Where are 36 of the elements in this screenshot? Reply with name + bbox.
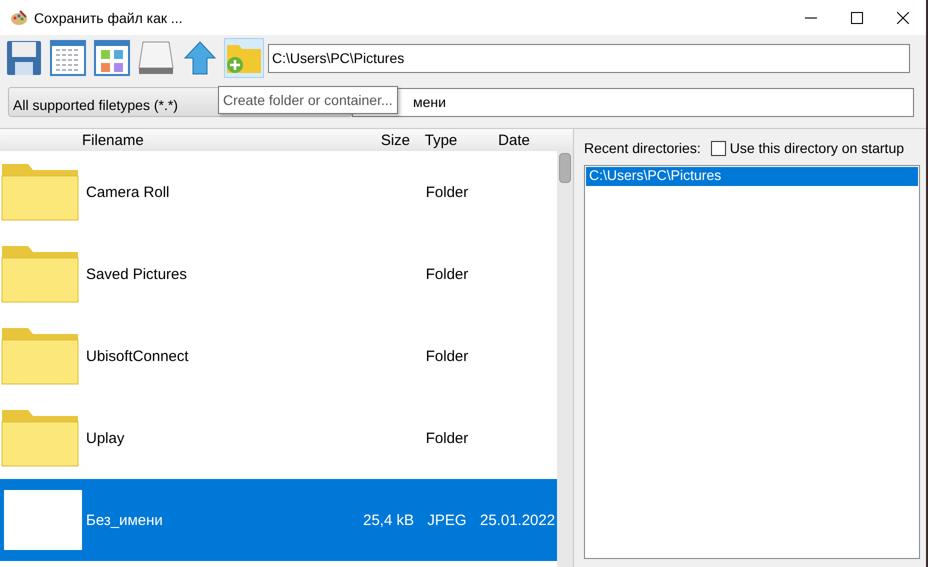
close-icon [897,12,909,24]
filename-cell-text: Saved Pictures [86,266,188,282]
filename-cell-text: Uplay [86,430,126,446]
startup-checkbox[interactable]: Use this directory on startup [710,140,904,156]
palette-icon [10,8,28,26]
tooltip: Create folder or container... [218,86,398,114]
filename-cell-text: UbisoftConnect [86,348,190,364]
type-cell-text: JPEG [426,512,468,528]
type-cell-text: Folder [424,184,470,200]
window-title: Сохранить файл как ... [34,10,184,26]
grid-icon [94,40,130,76]
list-view-button[interactable] [48,38,88,78]
column-header[interactable]: Filename [82,132,352,148]
path-field[interactable]: C:\Users\PC\Pictures [268,44,910,72]
type-cell-text: Folder [424,348,470,364]
size-cell-text: 25,4 kB [362,512,414,528]
type-cell-text: Folder [424,266,470,282]
filename-cell-text: Camera Roll [86,184,170,200]
recent-directories-label: Recent directories: [584,140,701,156]
column-header[interactable]: Size [352,132,410,148]
file-row[interactable]: Без_имени 25,4 kB JPEG 25.01.2022 [0,479,557,561]
maximize-icon [851,12,863,24]
column-header[interactable]: Date [472,132,556,148]
type-cell-text: Folder [424,430,470,446]
minimize-icon [805,16,817,18]
recent-directory-item[interactable]: C:\Users\PC\Pictures [586,167,918,186]
date-cell-text: 25.01.2022 [480,512,556,528]
thumbnail-view-button[interactable] [92,38,132,78]
arrow-up-icon [183,40,217,76]
drive-icon [137,40,175,76]
column-header[interactable]: Type [410,132,472,148]
list-icon [50,40,86,76]
save-button[interactable] [4,38,44,78]
scrollbar[interactable] [557,151,573,567]
filename-cell-text: Без_имени [86,512,164,528]
new-folder-button[interactable] [224,38,264,78]
